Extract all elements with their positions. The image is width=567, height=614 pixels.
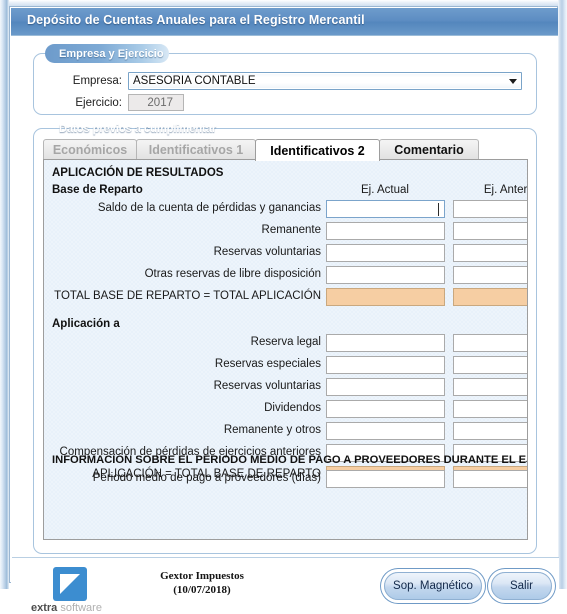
row-label: Dividendos (264, 402, 321, 414)
input-cell-actual[interactable] (326, 334, 445, 352)
input-cell-anterior[interactable] (453, 244, 527, 262)
extra-software-logo-icon (53, 567, 87, 601)
row-label: TOTAL BASE DE REPARTO = TOTAL APLICACIÓN (54, 290, 321, 302)
title-bar: Depósito de Cuentas Anuales para el Regi… (11, 8, 558, 36)
input-cell-anterior[interactable] (453, 334, 527, 352)
row-label: Remanente y otros (223, 424, 321, 436)
empresa-combobox-value: ASESORIA CONTABLE (133, 75, 256, 87)
input-cell-actual[interactable] (326, 378, 445, 396)
input-cell-anterior[interactable] (453, 378, 527, 396)
row-label: Remanente (261, 224, 321, 236)
data-row: Periodo medio de pago a proveedores (día… (44, 470, 527, 489)
input-cell-anterior[interactable] (453, 422, 527, 440)
row-label: Reservas especiales (214, 358, 321, 370)
input-cell-actual[interactable] (326, 470, 445, 488)
input-cell-anterior[interactable] (453, 200, 527, 218)
input-cell-actual[interactable] (326, 400, 445, 418)
input-cell-anterior[interactable] (453, 266, 527, 284)
data-row: Dividendos (44, 400, 527, 419)
section-title-aplicacion-a: Aplicación a (52, 318, 120, 330)
row-label: Periodo medio de pago a proveedores (día… (92, 472, 321, 484)
logo-word-software: software (60, 602, 102, 614)
group-empresa-legend: Empresa y Ejercicio (45, 44, 169, 63)
data-row: Reservas especiales (44, 356, 527, 375)
row-label: Reserva legal (250, 336, 321, 348)
dialog-footer: extra software Gextor Impuestos (10/07/2… (12, 557, 559, 614)
window-title: Depósito de Cuentas Anuales para el Regi… (27, 13, 365, 27)
empresa-row: Empresa: ASESORIA CONTABLE (54, 72, 524, 90)
ejercicio-field: 2017 (128, 94, 184, 111)
data-row: Remanente y otros (44, 422, 527, 441)
row-label: Saldo de la cuenta de pérdidas y gananci… (97, 202, 321, 214)
section-title-info-periodo-medio: INFORMACIÓN SOBRE EL PERIODO MEDIO DE PA… (52, 454, 528, 466)
data-row: Reservas voluntarias (44, 244, 527, 263)
group-datos-previos: Datos previos a cumplimentar Económicos … (33, 123, 537, 554)
data-row: Reservas voluntarias (44, 378, 527, 397)
data-row: Saldo de la cuenta de pérdidas y gananci… (44, 200, 527, 219)
tab-comentario[interactable]: Comentario (379, 139, 479, 160)
tab-identificativos-2[interactable]: Identificativos 2 (255, 139, 380, 161)
window-client-area: Depósito de Cuentas Anuales para el Regi… (9, 6, 559, 614)
tab-strip: Económicos Identificativos 1 Identificat… (43, 139, 528, 161)
logo-word-extra: extra (31, 602, 58, 614)
window-frame-right-edge (558, 0, 567, 589)
data-row: Reserva legal (44, 334, 527, 353)
empresa-combobox[interactable]: ASESORIA CONTABLE (128, 72, 522, 90)
input-cell-anterior[interactable] (453, 222, 527, 240)
input-cell-actual[interactable] (326, 266, 445, 284)
input-cell-actual[interactable] (326, 200, 445, 218)
ejercicio-row: Ejercicio: 2017 (54, 94, 524, 111)
input-cell-actual[interactable] (326, 222, 445, 240)
sop-magnetico-button[interactable]: Sop. Magnético (384, 572, 482, 600)
data-row: Otras reservas de libre disposición (44, 266, 527, 285)
app-name-line1: Gextor Impuestos (160, 570, 244, 582)
tab-identificativos-1[interactable]: Identificativos 1 (136, 139, 256, 160)
window-frame-left-edge (0, 0, 9, 589)
input-cell-anterior[interactable] (453, 356, 527, 374)
chevron-down-icon[interactable] (509, 79, 517, 84)
ejercicio-label: Ejercicio: (75, 96, 122, 109)
tab-economicos[interactable]: Económicos (43, 139, 137, 160)
input-cell-actual[interactable] (326, 244, 445, 262)
salir-button[interactable]: Salir (491, 572, 552, 600)
data-row: Remanente (44, 222, 527, 241)
section-title-base-reparto: Base de Reparto (52, 184, 143, 196)
group-empresa-ejercicio: Empresa y Ejercicio Empresa: ASESORIA CO… (33, 44, 537, 115)
total-cell-anterior (453, 288, 527, 306)
group-datos-legend: Datos previos a cumplimentar (59, 122, 217, 135)
column-header-ej-anterior: Ej. Anterior (483, 184, 528, 196)
section-title-aplicacion-resultados: APLICACIÓN DE RESULTADOS (52, 167, 224, 179)
input-cell-actual[interactable] (326, 422, 445, 440)
data-row: TOTAL BASE DE REPARTO = TOTAL APLICACIÓN (44, 288, 527, 307)
input-cell-actual[interactable] (326, 356, 445, 374)
input-cell-anterior[interactable] (453, 470, 527, 488)
app-name-line2: (10/07/2018) (173, 584, 231, 596)
text-caret (438, 203, 439, 216)
input-cell-anterior[interactable] (453, 400, 527, 418)
row-label: Reservas voluntarias (213, 380, 321, 392)
extra-software-wordmark: extra software (31, 602, 113, 614)
total-cell-actual (326, 288, 445, 306)
application-window: Depósito de Cuentas Anuales para el Regi… (0, 0, 567, 614)
empresa-label: Empresa: (72, 75, 122, 87)
row-label: Reservas voluntarias (213, 246, 321, 258)
ejercicio-value: 2017 (147, 96, 173, 109)
column-header-ej-actual: Ej. Actual (361, 184, 409, 196)
tab-panel-identificativos-2: APLICACIÓN DE RESULTADOS Base de Reparto… (43, 159, 528, 540)
application-name: Gextor Impuestos (10/07/2018) (117, 569, 287, 597)
dialog-body: Empresa y Ejercicio Empresa: ASESORIA CO… (11, 36, 559, 614)
row-label: Otras reservas de libre disposición (144, 268, 321, 280)
